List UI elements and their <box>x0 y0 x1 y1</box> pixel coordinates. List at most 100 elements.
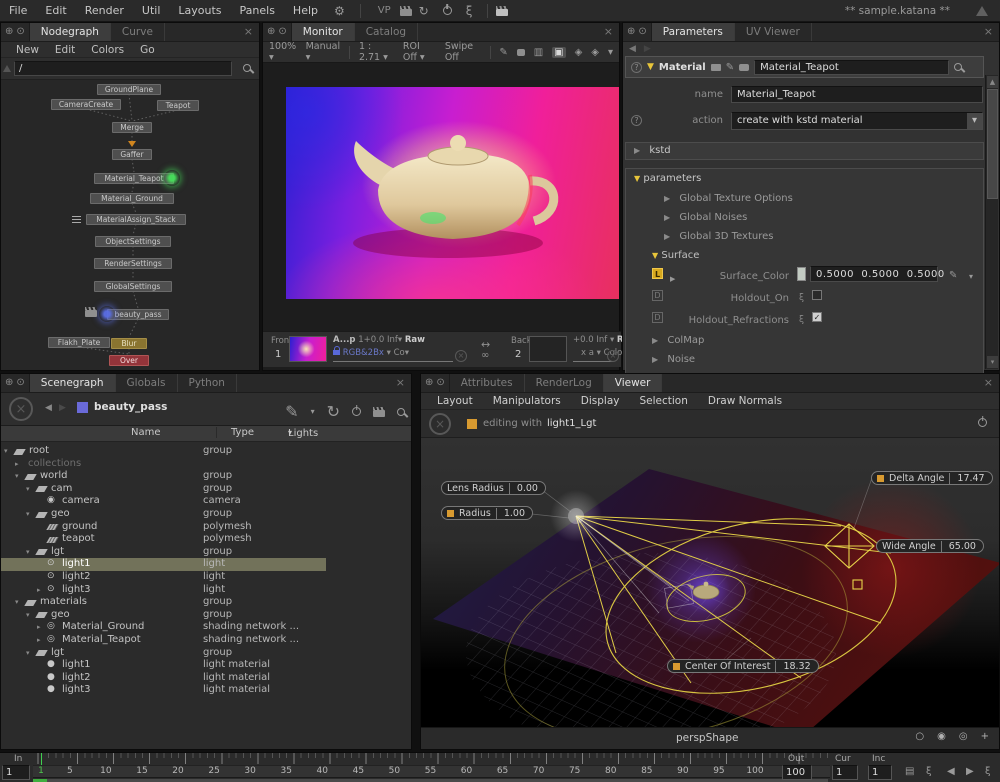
viewer-menu-layout[interactable]: Layout <box>429 393 481 409</box>
kstd-section[interactable]: ▶ kstd <box>625 142 984 160</box>
render-queue-icon[interactable] <box>496 9 508 16</box>
scenegraph-row-material-teapot[interactable]: ▸◎Material_Teapotshading network ... <box>1 634 326 647</box>
frame-tick-35[interactable]: 35 <box>280 766 291 776</box>
back-thumbnail[interactable] <box>529 336 567 362</box>
pane-add-icon[interactable]: ⊕ <box>5 27 13 37</box>
group-global-texture-options[interactable]: ▶ Global Texture Options <box>634 189 983 208</box>
parameters-section-header[interactable]: ▼ parameters <box>634 169 983 189</box>
scenegraph-row-cam[interactable]: ▾camgroup <box>1 483 326 496</box>
scenegraph-row-lgt[interactable]: ▾lgtgroup <box>1 647 326 660</box>
link-buffers-icon[interactable]: ∞ <box>481 350 489 361</box>
frame-tick-50[interactable]: 50 <box>389 766 400 776</box>
camera-name-label[interactable]: perspShape <box>676 732 738 744</box>
group-global-noises[interactable]: ▶ Global Noises <box>634 208 983 227</box>
scenegraph-row-root[interactable]: ▾rootgroup <box>1 445 326 458</box>
node-groundplane[interactable]: GroundPlane <box>97 84 161 95</box>
clear-edit-icon[interactable]: × <box>429 413 451 435</box>
lock-icon[interactable] <box>333 350 340 355</box>
node-gaffer[interactable]: Gaffer <box>112 149 152 160</box>
frame-tick-60[interactable]: 60 <box>461 766 472 776</box>
forward-icon[interactable]: ▶ <box>644 44 651 56</box>
viewer-menu-manipulators[interactable]: Manipulators <box>485 393 569 409</box>
tab-uv-viewer[interactable]: UV Viewer <box>735 23 812 41</box>
add-icon[interactable]: + <box>981 731 989 742</box>
material-node-header[interactable]: ? ▼ Material ✎ <box>625 56 984 78</box>
pin-icon[interactable]: ◉ <box>937 731 946 742</box>
frame-tick-20[interactable]: 20 <box>172 766 183 776</box>
hud-lens-radius[interactable]: Lens Radius0.00 <box>441 481 546 495</box>
pane-menu-icon[interactable]: ⊙ <box>16 378 24 388</box>
close-icon[interactable]: × <box>238 23 259 41</box>
prev-frame-icon[interactable]: ◀ <box>947 766 955 777</box>
hud-radius[interactable]: Radius1.00 <box>441 506 533 520</box>
nodegraph-menu-new[interactable]: New <box>9 42 46 57</box>
color-values-field[interactable]: 0.5000 0.5000 0.5000 <box>810 266 938 282</box>
parameters-scrollbar[interactable]: ▲ ▾ <box>985 75 998 369</box>
tab-scenegraph[interactable]: Scenegraph <box>30 374 116 392</box>
column-name[interactable]: Name <box>131 427 161 438</box>
node-blur[interactable]: Blur <box>111 338 147 349</box>
zoom-select[interactable]: 100% ▾ <box>269 41 297 63</box>
scenegraph-row-collections[interactable]: ▸collections <box>1 458 326 471</box>
pane-add-icon[interactable]: ⊕ <box>5 378 13 388</box>
group-noise[interactable]: ▶ Noise <box>634 350 983 369</box>
node-over[interactable]: Over <box>109 355 149 366</box>
menu-render[interactable]: Render <box>76 0 133 22</box>
refresh-icon[interactable]: ↻ <box>327 402 340 421</box>
tab-globals[interactable]: Globals <box>116 374 178 392</box>
refresh-icon[interactable]: ↻ <box>412 4 436 18</box>
close-icon[interactable]: × <box>978 374 999 392</box>
node-beauty-pass[interactable]: beauty_pass <box>107 309 169 320</box>
scenegraph-row-teapot[interactable]: teapotpolymesh <box>1 533 326 546</box>
help-icon[interactable]: ? <box>631 62 642 73</box>
frame-tick-10[interactable]: 10 <box>100 766 111 776</box>
scenegraph-row-light2[interactable]: ●light2light material <box>1 672 326 685</box>
out-frame-input[interactable] <box>782 765 812 780</box>
scroll-up-icon[interactable]: ▲ <box>987 76 998 88</box>
node-merge[interactable]: Merge <box>112 122 152 133</box>
expand-icon[interactable]: ▸ <box>37 623 41 631</box>
exposure-select[interactable]: 1 : 2.71 ▾ <box>359 41 394 63</box>
menu-layouts[interactable]: Layouts <box>169 0 230 22</box>
expand-icon[interactable]: ▸ <box>37 636 41 644</box>
frame-tick-85[interactable]: 85 <box>641 766 652 776</box>
tab-curve[interactable]: Curve <box>111 23 165 41</box>
copy-icon[interactable]: ▤ <box>905 766 914 777</box>
front-thumbnail[interactable] <box>289 336 327 362</box>
expression-icon[interactable]: ξ <box>459 4 480 18</box>
power-icon[interactable] <box>978 418 987 427</box>
frame-tick-15[interactable]: 15 <box>136 766 147 776</box>
node-materialassign-stack[interactable]: MaterialAssign_Stack <box>86 214 186 225</box>
node-material-ground[interactable]: Material_Ground <box>90 193 174 204</box>
center-icon[interactable]: ◎ <box>959 731 968 742</box>
view-flag-icon[interactable] <box>128 141 136 147</box>
frame-tick-75[interactable]: 75 <box>569 766 580 776</box>
nodegraph-menu-go[interactable]: Go <box>133 42 162 57</box>
hud-center-of-interest[interactable]: Center Of Interest18.32 <box>667 659 819 673</box>
default-badge[interactable]: D <box>652 290 663 301</box>
pane-add-icon[interactable]: ⊕ <box>425 378 433 388</box>
close-icon[interactable]: × <box>390 374 411 392</box>
scenegraph-row-light2[interactable]: ⊙light2light <box>1 571 326 584</box>
set-key-icon[interactable]: ξ <box>926 766 932 777</box>
frame-tick-45[interactable]: 45 <box>353 766 364 776</box>
render-icon[interactable] <box>373 410 385 417</box>
clear-back-icon[interactable]: × <box>607 350 619 362</box>
expand-caret-icon[interactable]: ▼ <box>647 62 654 72</box>
node-name-input[interactable] <box>754 60 949 75</box>
surface-group-row[interactable]: ▼ Surface <box>634 246 983 265</box>
menu-help[interactable]: Help <box>284 0 327 22</box>
forward-icon[interactable]: ▶ <box>59 403 66 413</box>
node-flakh-plate[interactable]: Flakh_Plate <box>48 337 110 348</box>
vp-toggle[interactable]: VP <box>369 0 400 22</box>
frame-tick-5[interactable]: 5 <box>67 766 73 776</box>
scenegraph-row-light3[interactable]: ●light3light material <box>1 684 326 697</box>
scroll-down-icon[interactable]: ▾ <box>987 356 998 368</box>
close-icon[interactable]: × <box>978 23 999 41</box>
tab-nodegraph[interactable]: Nodegraph <box>30 23 111 41</box>
column-type[interactable]: Type <box>216 427 254 438</box>
annotation-icon[interactable] <box>517 49 525 56</box>
back-icon[interactable]: ◀ <box>629 44 636 56</box>
clear-view-icon[interactable]: × <box>9 397 33 421</box>
nodegraph-menu-edit[interactable]: Edit <box>48 42 82 57</box>
